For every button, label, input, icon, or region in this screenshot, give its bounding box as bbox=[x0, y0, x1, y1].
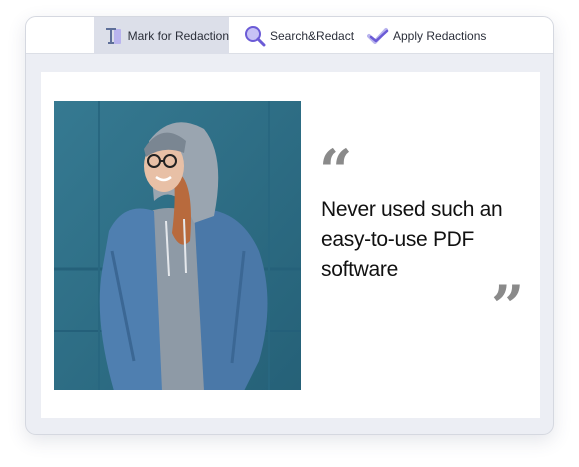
app-window: Mark for Redaction Search&Redact Apply R… bbox=[25, 16, 554, 435]
text-cursor-icon bbox=[102, 25, 124, 47]
double-check-icon bbox=[367, 25, 389, 47]
apply-redactions-label: Apply Redactions bbox=[393, 28, 487, 43]
close-quote-mark: ” bbox=[491, 273, 525, 341]
search-and-redact-button[interactable]: Search&Redact bbox=[244, 17, 354, 54]
apply-redactions-button[interactable]: Apply Redactions bbox=[367, 17, 486, 54]
mark-for-redaction-label: Mark for Redaction bbox=[127, 28, 229, 43]
search-and-redact-label: Search&Redact bbox=[270, 28, 355, 43]
magnifier-icon bbox=[244, 25, 266, 47]
document-page: “ Never used such an easy-to-use PDF sof… bbox=[41, 72, 540, 418]
mark-for-redaction-button[interactable]: Mark for Redaction bbox=[94, 17, 229, 54]
testimonial-photo bbox=[54, 101, 301, 390]
redaction-toolbar: Mark for Redaction Search&Redact Apply R… bbox=[26, 17, 553, 54]
testimonial-text: Never used such an easy-to-use PDF softw… bbox=[321, 198, 503, 281]
open-quote-mark: “ bbox=[319, 137, 353, 205]
